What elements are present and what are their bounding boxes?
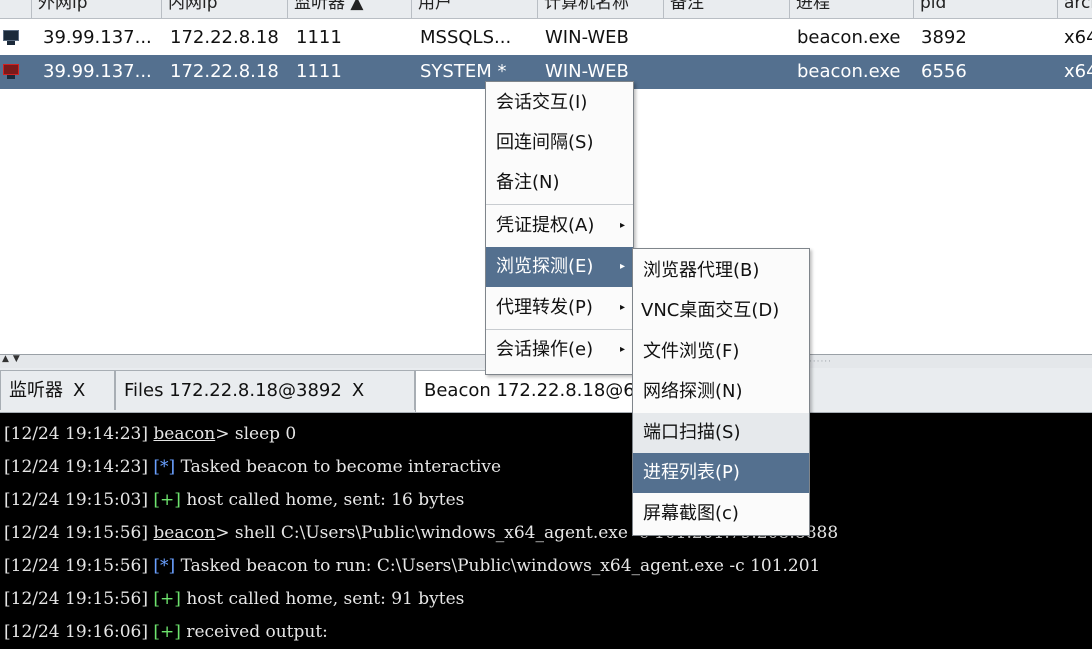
ok-tag: [+] (153, 490, 181, 510)
tab-files[interactable]: Files 172.22.8.18@3892 X (115, 370, 415, 410)
timestamp: [12/24 19:15:56] (4, 523, 149, 543)
menu-item-note[interactable]: 备注(N) (486, 163, 633, 203)
menu-label: 会话操作(e) (496, 339, 594, 360)
timestamp: [12/24 19:15:03] (4, 490, 149, 510)
timestamp: [12/24 19:14:23] (4, 457, 149, 477)
col-internal-ip[interactable]: 内网ip (162, 0, 288, 18)
internal-ip-cell: 172.22.8.18 (170, 27, 279, 48)
computer-icon (2, 30, 20, 46)
close-icon[interactable]: X (73, 380, 85, 401)
col-arch[interactable]: arch (1058, 0, 1092, 18)
menu-label: 文件浏览(F) (643, 341, 740, 362)
col-pid[interactable]: pid (914, 0, 1058, 18)
col-external-ip[interactable]: 外网ip (32, 0, 162, 18)
console-line: [12/24 19:15:56] [*] Tasked beacon to ru… (4, 550, 820, 583)
timestamp: [12/24 19:15:56] (4, 589, 149, 609)
process-cell: beacon.exe (797, 27, 901, 48)
menu-label: 备注(N) (496, 172, 560, 193)
pid-cell: 6556 (921, 61, 967, 82)
menu-label: 会话交互(I) (496, 92, 588, 113)
menu-label: 网络探测(N) (643, 381, 743, 402)
menu-item-access[interactable]: 凭证提权(A) ▸ (486, 206, 633, 246)
menu-label: VNC桌面交互(D) (641, 300, 780, 321)
timestamp: [12/24 19:16:06] (4, 622, 149, 642)
line-text: host called home, sent: 91 bytes (180, 589, 465, 609)
timestamp: [12/24 19:15:56] (4, 556, 149, 576)
session-context-menu: 会话交互(I) 回连间隔(S) 备注(N) 凭证提权(A) ▸ 浏览探测(E) ▸ … (485, 81, 634, 375)
timestamp: [12/24 19:14:23] (4, 424, 149, 444)
ok-tag: [+] (153, 589, 181, 609)
pid-cell: 3892 (921, 27, 967, 48)
col-note[interactable]: 备注 (664, 0, 790, 18)
col-icon-header (0, 0, 32, 18)
internal-ip-cell: 172.22.8.18 (170, 61, 279, 82)
table-header: 外网ip 内网ip 监听器 ▲ 用户 计算机名称 备注 进程 pid arch (0, 0, 1092, 19)
console-line: [12/24 19:14:23] beacon> sleep 0 (4, 418, 296, 451)
col-computer[interactable]: 计算机名称 (538, 0, 664, 18)
menu-label: 回连间隔(S) (496, 132, 594, 153)
explore-submenu: 浏览器代理(B) VNC桌面交互(D) 文件浏览(F) 网络探测(N) 端口扫描… (632, 248, 810, 536)
menu-label: 屏幕截图(c) (643, 503, 739, 524)
prompt-tag: beacon (153, 424, 216, 444)
line-text: host called home, sent: 16 bytes (180, 490, 465, 510)
console-line: [12/24 19:15:56] [+] host called home, s… (4, 583, 464, 616)
submenu-arrow-icon: ▸ (619, 344, 625, 355)
line-text: Tasked beacon to become interactive (175, 457, 502, 477)
menu-item-net-view[interactable]: 网络探测(N) (633, 372, 809, 412)
menu-item-interact[interactable]: 会话交互(I) (486, 83, 633, 123)
close-icon[interactable]: X (352, 380, 364, 401)
info-tag: [*] (153, 556, 176, 576)
menu-separator (486, 204, 633, 205)
col-user[interactable]: 用户 (412, 0, 538, 18)
menu-item-file-browser[interactable]: 文件浏览(F) (633, 332, 809, 372)
menu-item-process-list[interactable]: 进程列表(P) (633, 453, 809, 493)
external-ip-cell: 39.99.137... (43, 27, 152, 48)
process-cell: beacon.exe (797, 61, 901, 82)
console-line: [12/24 19:14:23] [*] Tasked beacon to be… (4, 451, 501, 484)
menu-label: 代理转发(P) (496, 297, 593, 318)
menu-item-browser-pivot[interactable]: 浏览器代理(B) (633, 251, 809, 291)
user-cell: MSSQLS... (420, 27, 512, 48)
line-text: > sleep 0 (215, 424, 297, 444)
arch-cell: x64 (1064, 27, 1092, 48)
listener-cell: 1111 (296, 61, 342, 82)
menu-label: 进程列表(P) (643, 462, 740, 483)
submenu-arrow-icon: ▸ (619, 261, 625, 272)
split-arrows-icon[interactable]: ▲▼ (2, 355, 24, 364)
info-tag: [*] (153, 457, 176, 477)
listener-cell: 1111 (296, 27, 342, 48)
table-row[interactable]: 39.99.137... 172.22.8.18 1111 MSSQLS... … (0, 21, 1092, 55)
menu-item-session[interactable]: 会话操作(e) ▸ (486, 330, 633, 370)
ok-tag: [+] (153, 622, 181, 642)
computer-admin-icon (2, 64, 20, 80)
menu-item-sleep[interactable]: 回连间隔(S) (486, 123, 633, 163)
line-text: Tasked beacon to run: C:\Users\Public\wi… (175, 556, 821, 576)
col-process[interactable]: 进程 (790, 0, 914, 18)
console-line: [12/24 19:16:06] [+] received output: (4, 616, 328, 649)
prompt-tag: beacon (153, 523, 216, 543)
external-ip-cell: 39.99.137... (43, 61, 152, 82)
menu-label: 浏览探测(E) (496, 256, 594, 277)
beacon-console[interactable]: [12/24 19:14:23] beacon> sleep 0 [12/24 … (0, 413, 1092, 649)
menu-item-explore[interactable]: 浏览探测(E) ▸ (486, 247, 633, 287)
menu-label: 端口扫描(S) (643, 422, 741, 443)
menu-item-screenshot[interactable]: 屏幕截图(c) (633, 494, 809, 534)
console-line: [12/24 19:15:03] [+] host called home, s… (4, 484, 464, 517)
menu-label: 凭证提权(A) (496, 215, 595, 236)
submenu-arrow-icon: ▸ (619, 302, 625, 313)
arch-cell: x64 (1064, 61, 1092, 82)
menu-item-pivot[interactable]: 代理转发(P) ▸ (486, 288, 633, 328)
computer-cell: WIN-WEB (545, 27, 629, 48)
tab-label: 监听器 (9, 380, 63, 401)
tab-label: Files 172.22.8.18@3892 (124, 380, 342, 401)
menu-item-port-scan[interactable]: 端口扫描(S) (633, 413, 809, 453)
menu-label: 浏览器代理(B) (643, 260, 760, 281)
submenu-arrow-icon: ▸ (619, 220, 625, 231)
menu-item-desktop-vnc[interactable]: VNC桌面交互(D) (633, 291, 809, 331)
line-text: received output: (180, 622, 328, 642)
col-listener[interactable]: 监听器 ▲ (288, 0, 412, 18)
tab-listeners[interactable]: 监听器 X (0, 370, 115, 410)
